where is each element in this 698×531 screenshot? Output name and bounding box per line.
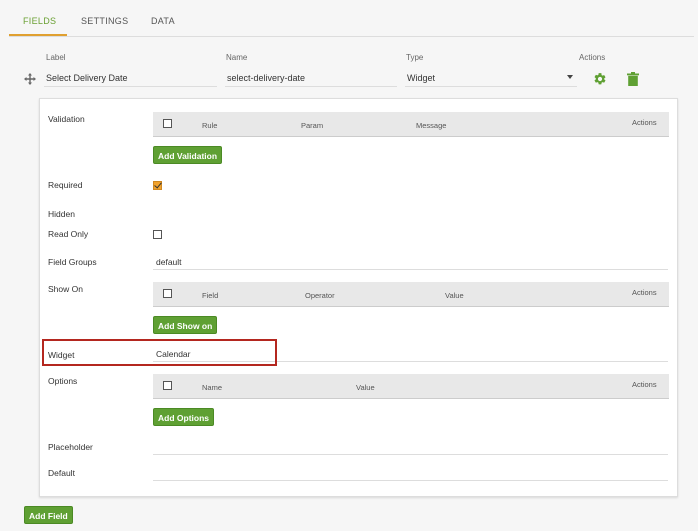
field-groups-input[interactable]: default bbox=[156, 257, 182, 267]
tab-bar: FIELDS SETTINGS DATA bbox=[9, 0, 694, 37]
field-name-underline bbox=[225, 86, 397, 87]
show-on-header-field: Field bbox=[202, 291, 219, 300]
field-groups-label: Field Groups bbox=[48, 257, 97, 267]
placeholder-label: Placeholder bbox=[48, 442, 93, 452]
validation-select-all-checkbox[interactable] bbox=[163, 119, 172, 128]
validation-label: Validation bbox=[48, 114, 85, 124]
show-on-label: Show On bbox=[48, 284, 83, 294]
add-field-button[interactable]: Add Field bbox=[24, 506, 73, 524]
field-label-underline bbox=[44, 86, 217, 87]
validation-header-rule: Rule bbox=[202, 121, 218, 130]
chevron-down-icon[interactable] bbox=[567, 75, 573, 79]
validation-header-message: Message bbox=[416, 121, 447, 130]
required-label: Required bbox=[48, 180, 83, 190]
options-label: Options bbox=[48, 376, 78, 386]
tab-fields[interactable]: FIELDS bbox=[23, 16, 56, 26]
active-tab-indicator bbox=[9, 34, 67, 36]
default-underline bbox=[153, 480, 668, 481]
options-header-actions: Actions bbox=[632, 380, 657, 389]
placeholder-underline bbox=[153, 454, 668, 455]
column-header-name: Name bbox=[226, 53, 248, 62]
field-type-select[interactable]: Widget bbox=[407, 73, 435, 83]
field-type-underline bbox=[405, 86, 577, 87]
widget-highlight-box bbox=[42, 339, 277, 366]
show-on-header-value: Value bbox=[445, 291, 464, 300]
column-header-label: Label bbox=[46, 53, 66, 62]
validation-header-actions: Actions bbox=[632, 118, 657, 127]
column-header-type: Type bbox=[406, 53, 424, 62]
options-header-value: Value bbox=[356, 383, 375, 392]
tab-data[interactable]: DATA bbox=[151, 16, 175, 26]
hidden-label: Hidden bbox=[48, 209, 75, 219]
tab-settings[interactable]: SETTINGS bbox=[81, 16, 128, 26]
add-validation-button[interactable]: Add Validation bbox=[153, 146, 223, 164]
show-on-header-operator: Operator bbox=[305, 291, 335, 300]
default-label: Default bbox=[48, 468, 75, 478]
options-table-header: Name Value Actions bbox=[153, 374, 669, 399]
read-only-label: Read Only bbox=[48, 229, 89, 239]
field-name-input[interactable]: select-delivery-date bbox=[227, 73, 305, 83]
options-select-all-checkbox[interactable] bbox=[163, 381, 172, 390]
field-label-input[interactable]: Select Delivery Date bbox=[46, 73, 128, 83]
show-on-header-actions: Actions bbox=[632, 288, 657, 297]
required-checkbox[interactable] bbox=[153, 181, 162, 190]
show-on-table-header: Field Operator Value Actions bbox=[153, 282, 669, 307]
add-show-on-button[interactable]: Add Show on bbox=[153, 316, 218, 334]
add-options-button[interactable]: Add Options bbox=[153, 408, 214, 426]
show-on-select-all-checkbox[interactable] bbox=[163, 289, 172, 298]
options-header-name: Name bbox=[202, 383, 223, 392]
field-groups-underline bbox=[153, 269, 668, 270]
validation-header-param: Param bbox=[301, 121, 324, 130]
read-only-checkbox[interactable] bbox=[153, 230, 162, 239]
column-header-actions: Actions bbox=[579, 53, 606, 62]
gear-icon[interactable] bbox=[593, 72, 607, 86]
drag-handle-icon[interactable] bbox=[24, 73, 36, 85]
validation-table-header: Rule Param Message Actions bbox=[153, 112, 669, 137]
trash-icon[interactable] bbox=[627, 72, 639, 86]
